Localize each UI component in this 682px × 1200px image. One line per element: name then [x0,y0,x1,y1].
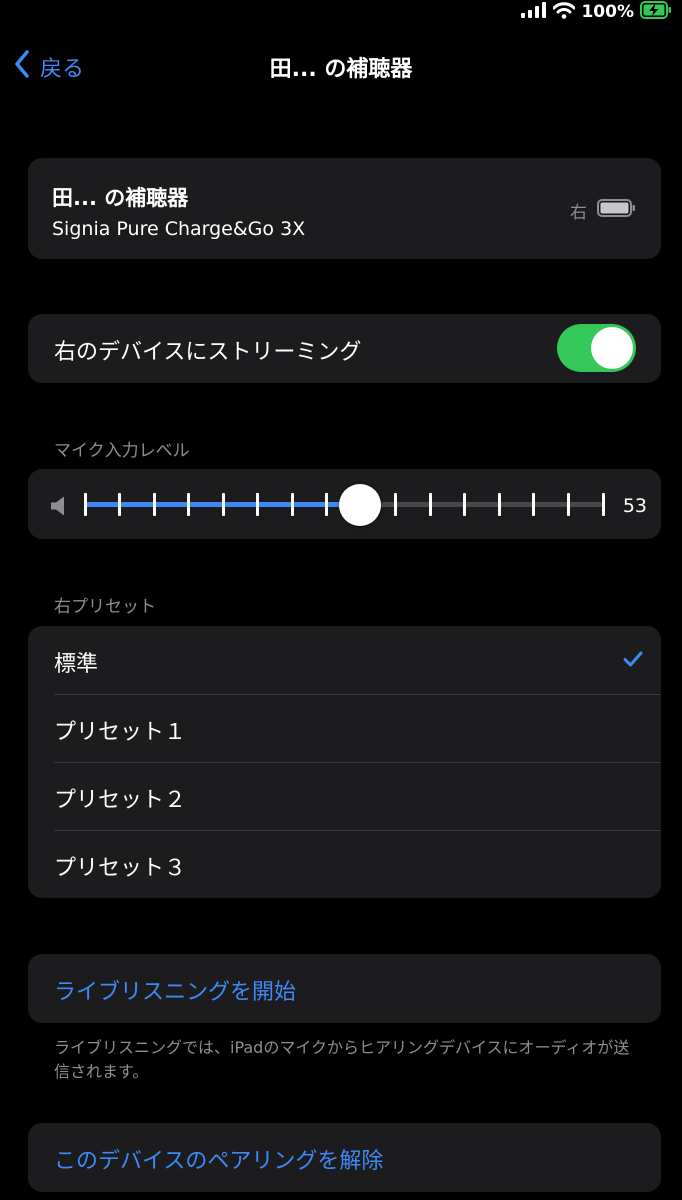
slider-tick [532,493,536,516]
preset-row-2[interactable]: プリセット２ [28,762,661,830]
slider-thumb[interactable] [338,484,381,526]
mic-level-header: マイク入力レベル [54,441,190,461]
slider-tick [497,493,501,516]
wifi-icon [552,1,576,23]
preset-row-3[interactable]: プリセット３ [28,830,661,898]
unpair-device-button[interactable]: このデバイスのペアリングを解除 [28,1123,661,1192]
slider-tick [325,493,329,516]
live-listen-label: ライブリスニングを開始 [54,980,297,1005]
checkmark-icon [623,651,643,671]
page-title: 田... の補聴器 [269,57,413,82]
slider-tick [601,493,605,516]
preset-row-1[interactable]: プリセット１ [28,694,661,762]
slider-tick [463,493,467,516]
cellular-signal-icon [521,2,547,22]
preset-row-standard[interactable]: 標準 [28,626,661,694]
preset-label: プリセット１ [54,720,187,745]
mic-level-value: 53 [622,495,647,517]
speaker-icon [50,496,68,520]
battery-percentage: 100% [581,2,634,22]
slider-tick [290,493,294,516]
live-listen-button[interactable]: ライブリスニングを開始 [28,954,661,1023]
slider-tick [152,493,156,516]
device-name: 田... の補聴器 [52,186,189,210]
preset-header: 右プリセット [54,597,156,617]
device-side-battery: 右 [570,198,637,223]
live-listen-footnote: ライブリスニングでは、iPadのマイクからヒアリングデバイスにオーディオが送信さ… [54,1038,630,1081]
slider-tick [394,493,398,516]
slider-tick [256,493,260,516]
toggle-knob [591,327,633,369]
navigation-bar: 戻る 田... の補聴器 [0,38,682,94]
status-bar-right: 100% [521,0,672,24]
status-bar: 100% [0,0,682,26]
slider-tick [187,493,191,516]
preset-list: 標準 プリセット１ プリセット２ プリセット３ [28,626,661,898]
device-info-card: 田... の補聴器 Signia Pure Charge&Go 3X 右 [28,158,661,259]
slider-tick [566,493,570,516]
device-battery-icon [597,199,637,222]
preset-label: 標準 [54,652,99,677]
preset-label: プリセット３ [54,856,187,881]
device-side-label: 右 [570,203,587,223]
streaming-label: 右のデバイスにストリーミング [54,340,362,365]
streaming-row: 右のデバイスにストリーミング [28,314,661,383]
streaming-toggle[interactable] [557,324,636,372]
slider-tick [118,493,122,516]
slider-tick [83,493,87,516]
slider-tick [221,493,225,516]
mic-level-card: 53 [28,469,661,539]
preset-label: プリセット２ [54,788,187,813]
device-model: Signia Pure Charge&Go 3X [52,218,306,240]
slider-tick [428,493,432,516]
unpair-label: このデバイスのペアリングを解除 [54,1149,384,1174]
battery-charging-icon [640,1,672,23]
